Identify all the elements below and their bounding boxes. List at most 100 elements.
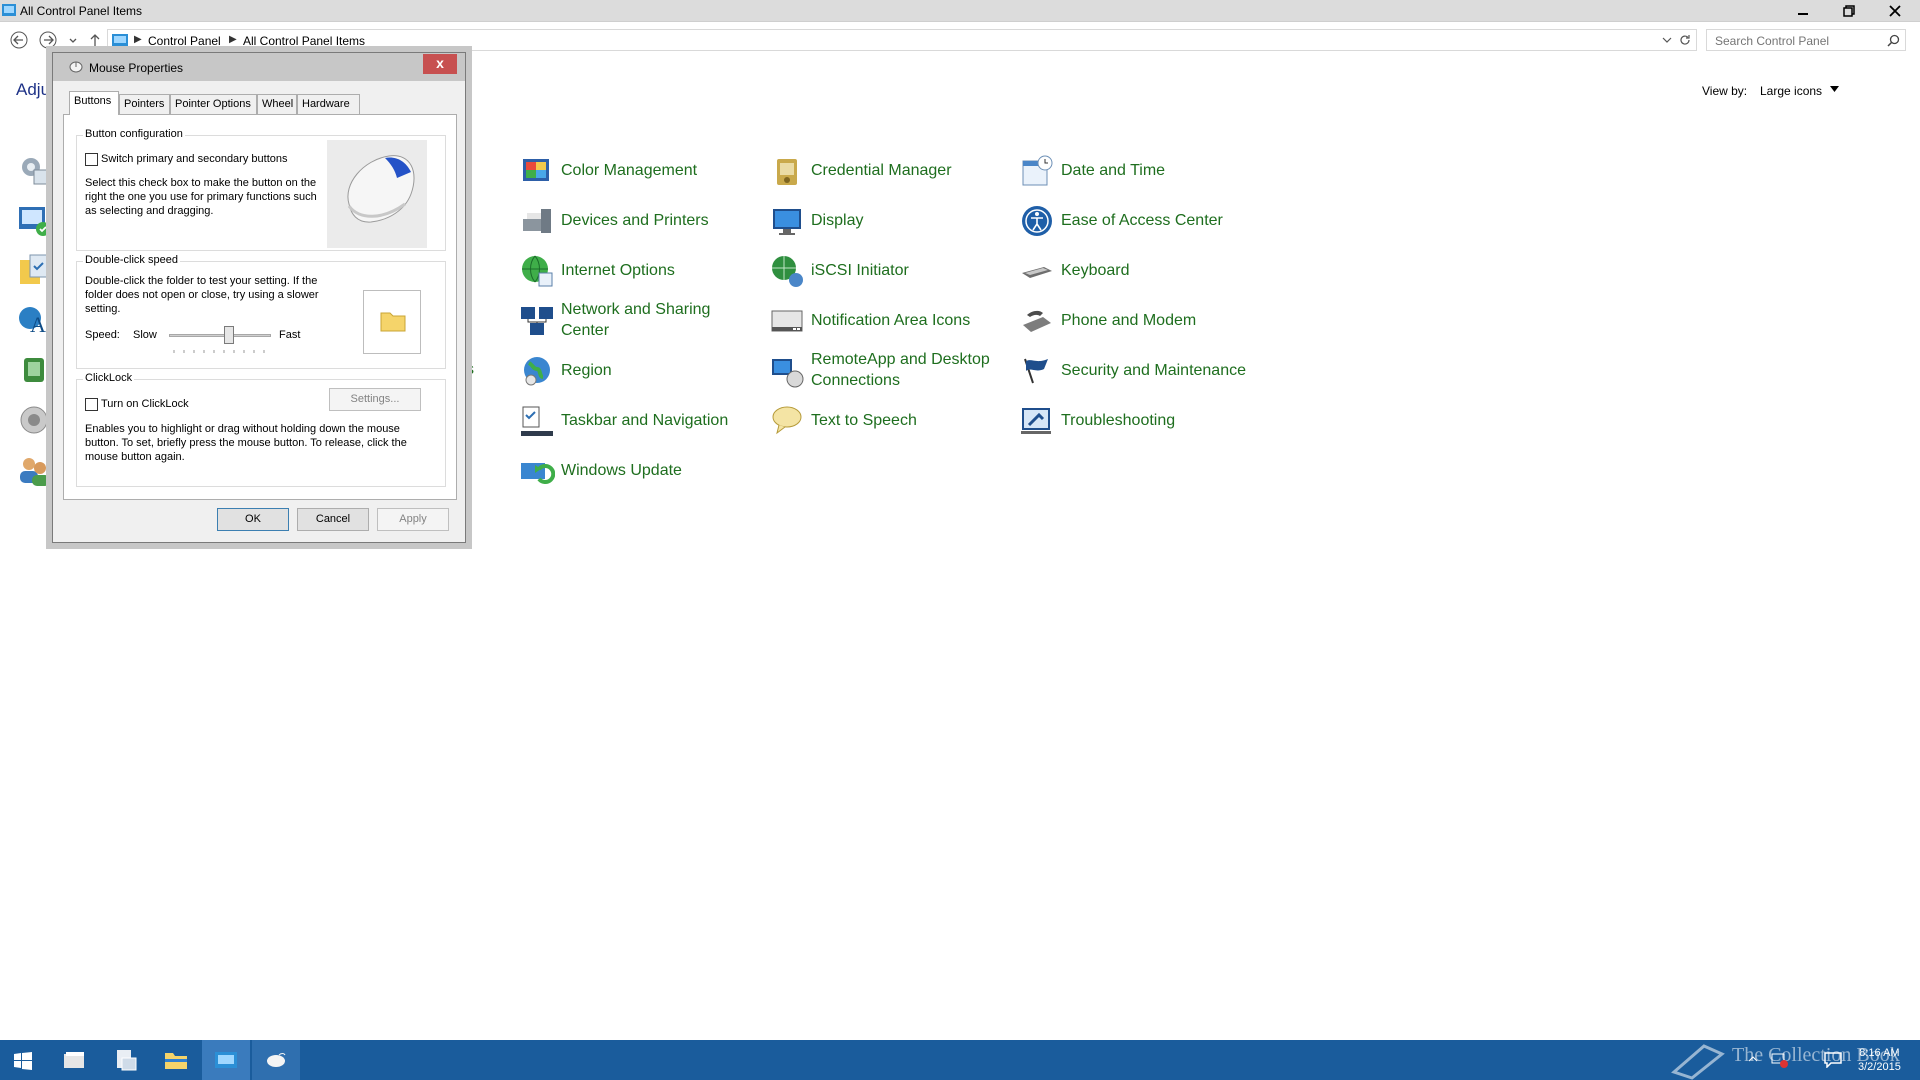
item-security-maintenance[interactable]: Security and Maintenance	[1019, 349, 1259, 393]
notifications-icon[interactable]	[1824, 1052, 1842, 1068]
folder-icon[interactable]	[378, 305, 408, 335]
taskbar-clock[interactable]: 8:16 AM 3/2/2015	[1858, 1046, 1901, 1074]
switch-buttons-label[interactable]: Switch primary and secondary buttons	[101, 152, 287, 166]
tab-buttons[interactable]: Buttons	[69, 91, 119, 115]
double-click-speed-group: Double-click speed Double-click the fold…	[76, 254, 446, 369]
item-label: Phone and Modem	[1061, 312, 1197, 329]
speed-slider-thumb[interactable]	[224, 326, 235, 344]
recent-locations-button[interactable]	[62, 29, 84, 51]
item-label: Credential Manager	[811, 162, 952, 179]
ok-button[interactable]: OK	[217, 508, 289, 531]
folder-icon	[165, 1053, 187, 1069]
minimize-button[interactable]	[1780, 0, 1826, 22]
troubleshooting-icon	[1021, 408, 1051, 434]
mouse-icon	[69, 61, 83, 73]
address-dropdown-icon[interactable]	[1662, 35, 1672, 45]
taskbar-control-panel[interactable]	[202, 1040, 250, 1080]
forward-arrow-icon	[39, 31, 57, 49]
clicklock-settings-button[interactable]: Settings...	[329, 388, 421, 411]
action-center-icon[interactable]	[16, 202, 52, 238]
taskbar-server-manager[interactable]	[50, 1040, 98, 1080]
tab-wheel[interactable]: Wheel	[257, 94, 297, 114]
speed-slider-track[interactable]	[169, 334, 271, 337]
item-label: Ease of Access Center	[1061, 212, 1223, 229]
programs-features-icon[interactable]	[16, 352, 52, 388]
item-devices-and-printers[interactable]: Devices and Printers	[519, 199, 759, 243]
control-panel-icon	[112, 34, 128, 46]
text-to-speech-icon	[772, 406, 802, 435]
dialog-close-button[interactable]: x	[423, 54, 457, 74]
item-date-and-time[interactable]: Date and Time	[1019, 149, 1259, 193]
forward-button[interactable]	[37, 29, 59, 51]
item-notification-area-icons[interactable]: Notification Area Icons	[769, 299, 1009, 343]
search-input[interactable]	[1713, 33, 1873, 49]
minimize-icon	[1798, 13, 1808, 15]
view-by-value[interactable]: Large icons	[1760, 84, 1822, 98]
ease-of-access-icon	[1022, 206, 1052, 236]
sound-icon[interactable]	[16, 402, 52, 438]
item-ease-of-access[interactable]: Ease of Access Center	[1019, 199, 1259, 243]
close-icon	[1889, 5, 1901, 17]
chevron-down-icon[interactable]	[1830, 86, 1839, 93]
document-icon	[117, 1050, 137, 1071]
double-click-description: Double-click the folder to test your set…	[85, 275, 319, 315]
button-configuration-group: Button configuration Switch primary and …	[76, 128, 446, 251]
apply-button[interactable]: Apply	[377, 508, 449, 531]
buttons-tab-panel: Button configuration Switch primary and …	[63, 114, 457, 500]
item-label: Devices and Printers	[561, 212, 709, 229]
clicklock-checkbox[interactable]	[85, 398, 98, 411]
item-internet-options[interactable]: Internet Options	[519, 249, 759, 293]
administrative-tools-icon[interactable]	[16, 152, 52, 188]
dialog-titlebar[interactable]: Mouse Properties x	[53, 53, 465, 81]
taskbar-file-explorer[interactable]	[152, 1040, 200, 1080]
back-button[interactable]	[8, 29, 30, 51]
taskbar-mouse-properties[interactable]	[252, 1040, 300, 1080]
test-folder-area[interactable]	[363, 290, 421, 354]
network-icon[interactable]	[1770, 1052, 1788, 1068]
view-by-label: View by:	[1702, 84, 1748, 98]
item-label: Taskbar and Navigation	[561, 412, 729, 429]
item-color-management[interactable]: Color Management	[519, 149, 759, 193]
close-window-button[interactable]	[1872, 0, 1918, 22]
refresh-icon[interactable]	[1679, 34, 1691, 46]
clicklock-label[interactable]: Turn on ClickLock	[101, 397, 189, 411]
tab-pointers[interactable]: Pointers	[119, 94, 170, 114]
restore-button[interactable]	[1826, 0, 1872, 22]
item-display[interactable]: Display	[769, 199, 1009, 243]
slow-label: Slow	[133, 329, 157, 341]
back-arrow-icon	[10, 31, 28, 49]
item-troubleshooting[interactable]: Troubleshooting	[1019, 399, 1259, 443]
clock-date: 3/2/2015	[1858, 1061, 1901, 1073]
address-bar[interactable]: ▶ Control Panel ▶ All Control Panel Item…	[107, 29, 1697, 51]
search-icon[interactable]	[1887, 34, 1900, 47]
date-time-icon	[1022, 155, 1053, 186]
item-keyboard[interactable]: Keyboard	[1019, 249, 1259, 293]
start-button[interactable]	[0, 1040, 48, 1080]
fonts-icon[interactable]: A	[16, 302, 52, 338]
item-region[interactable]: Region	[519, 349, 759, 393]
item-taskbar-navigation[interactable]: Taskbar and Navigation	[519, 399, 759, 443]
tab-hardware[interactable]: Hardware	[297, 94, 360, 114]
group-title: Button configuration	[83, 128, 185, 140]
user-accounts-icon[interactable]	[16, 452, 52, 488]
breadcrumb-all-items[interactable]: All Control Panel Items	[243, 34, 365, 48]
up-button[interactable]	[84, 29, 106, 51]
item-remoteapp[interactable]: RemoteApp and Desktop Connections	[769, 349, 1009, 393]
cancel-button[interactable]: Cancel	[297, 508, 369, 531]
default-programs-icon[interactable]	[16, 252, 52, 288]
tab-pointer-options[interactable]: Pointer Options	[170, 94, 257, 114]
item-credential-manager[interactable]: Credential Manager	[769, 149, 1009, 193]
item-text-to-speech[interactable]: Text to Speech	[769, 399, 1009, 443]
show-hidden-icons-icon[interactable]	[1748, 1054, 1758, 1064]
remoteapp-icon	[772, 359, 804, 388]
breadcrumb-control-panel[interactable]: Control Panel	[148, 34, 221, 48]
item-phone-and-modem[interactable]: Phone and Modem	[1019, 299, 1259, 343]
item-iscsi-initiator[interactable]: iSCSI Initiator	[769, 249, 1009, 293]
item-label: Color Management	[561, 162, 698, 179]
hidden-item-fragment[interactable]: s	[466, 361, 474, 379]
item-windows-update[interactable]: Windows Update	[519, 449, 759, 493]
item-network-sharing[interactable]: Network and Sharing Center	[519, 299, 759, 343]
search-box[interactable]	[1706, 29, 1906, 51]
switch-buttons-checkbox[interactable]	[85, 153, 98, 166]
taskbar-powershell[interactable]	[102, 1040, 150, 1080]
